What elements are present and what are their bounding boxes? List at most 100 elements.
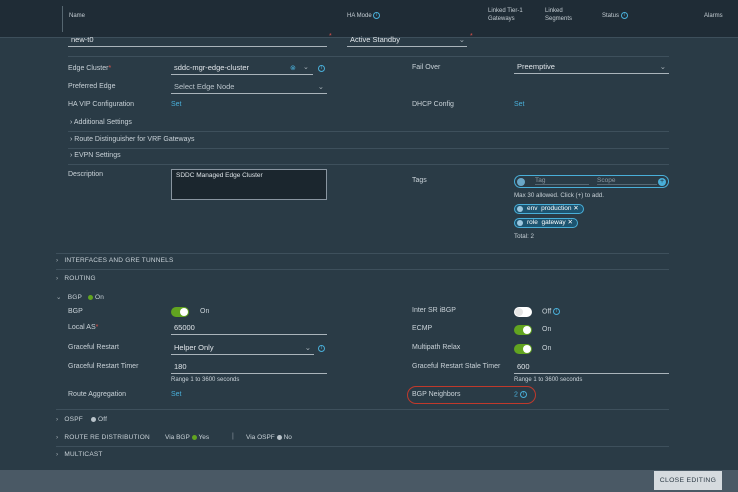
edge-cluster-label: Edge Cluster* [68, 65, 112, 72]
status-dot-icon [276, 434, 282, 440]
local-as-input[interactable]: 65000 [171, 322, 327, 335]
tag-chip: env production ✕ [514, 204, 584, 214]
scope-input[interactable]: Scope [597, 177, 657, 185]
info-icon[interactable]: i [620, 12, 628, 19]
graceful-restart-select[interactable]: Helper Only ⌄ [171, 342, 314, 355]
clear-icon[interactable]: ⊗ [290, 64, 296, 72]
description-textarea[interactable]: SDDC Managed Edge Cluster [171, 169, 327, 200]
ecmp-toggle[interactable] [514, 325, 532, 335]
column-linked-segments[interactable]: Linked Segments [545, 7, 585, 23]
column-name[interactable]: Name [69, 12, 85, 20]
tags-total: Total: 2 [514, 233, 534, 240]
tag-input[interactable]: Tag [535, 177, 589, 185]
remove-tag-icon[interactable]: ✕ [573, 205, 578, 212]
column-linked-tier1[interactable]: Linked Tier-1 Gateways [488, 7, 538, 23]
preferred-edge-placeholder: Select Edge Node [174, 82, 235, 91]
bgp-section-toggle[interactable]: ⌄ BGP On [56, 293, 104, 301]
divider [56, 409, 669, 410]
ha-mode-select[interactable]: Active Standby ⌄ [347, 34, 467, 47]
fail-over-select[interactable]: Preemptive ⌄ [514, 61, 669, 74]
dhcp-config-label: DHCP Config [412, 101, 454, 108]
tags-label: Tags [412, 177, 427, 184]
divider [56, 446, 669, 447]
preferred-edge-label: Preferred Edge [68, 83, 116, 90]
multipath-relax-state: On [542, 345, 552, 352]
remove-tag-icon[interactable]: ✕ [568, 219, 573, 226]
graceful-restart-label: Graceful Restart [68, 344, 119, 351]
add-tag-icon[interactable]: + [658, 178, 666, 186]
ospf-section-toggle[interactable]: › OSPF Off [56, 416, 107, 423]
gr-timer-input[interactable]: 180 [171, 361, 327, 374]
ha-vip-set-link[interactable]: Set [171, 101, 182, 108]
ecmp-label: ECMP [412, 325, 433, 332]
name-input[interactable]: new-t0 [68, 34, 327, 47]
close-editing-button[interactable]: CLOSE EDITING [654, 471, 722, 490]
divider [56, 269, 669, 270]
graceful-restart-value: Helper Only [174, 343, 214, 352]
footer-bar [0, 470, 738, 492]
tag-icon [517, 178, 525, 186]
column-label: Status [602, 13, 620, 20]
info-icon[interactable]: i [553, 308, 561, 315]
multicast-section-toggle[interactable]: › MULTICAST [56, 451, 103, 458]
status-dot-icon [90, 416, 96, 422]
bgp-label: BGP [68, 308, 83, 315]
additional-settings-toggle[interactable]: › Additional Settings [70, 119, 132, 126]
route-redistribution-toggle[interactable]: › ROUTE RE DISTRIBUTION [56, 434, 150, 441]
column-status[interactable]: Status i [602, 12, 628, 20]
gr-stale-timer-input[interactable]: 600 [514, 361, 669, 374]
info-icon[interactable]: i [519, 391, 527, 398]
status-dot-icon [87, 294, 93, 300]
column-alarms[interactable]: Alarms [704, 12, 723, 20]
gr-stale-timer-hint: Range 1 to 3600 seconds [514, 377, 583, 383]
info-icon[interactable]: i [318, 345, 325, 352]
status-dot-icon [191, 434, 197, 440]
chevron-down-icon[interactable]: ⌄ [303, 63, 309, 71]
column-label: HA Mode [347, 13, 372, 20]
column-ha-mode[interactable]: HA Mode i [347, 12, 381, 20]
chevron-down-icon: ⌄ [317, 82, 324, 91]
via-ospf-status: Via OSPF No [246, 434, 292, 441]
table-header: Name HA Mode i Linked Tier-1 Gateways Li… [0, 0, 738, 38]
bgp-neighbors-label: BGP Neighbors [412, 391, 461, 398]
fail-over-label: Fail Over [412, 64, 441, 71]
bgp-neighbors-link[interactable]: 2 i [514, 391, 527, 398]
ecmp-state: On [542, 326, 552, 333]
info-icon[interactable]: i [318, 65, 325, 72]
evpn-settings-toggle[interactable]: › EVPN Settings [70, 152, 121, 159]
separator: | [232, 433, 234, 440]
fail-over-value: Preemptive [517, 62, 555, 71]
tag-input-group: Tag Scope + [514, 175, 669, 188]
route-aggregation-set-link[interactable]: Set [171, 391, 182, 398]
inter-sr-ibgp-toggle[interactable] [514, 307, 532, 317]
route-distinguisher-toggle[interactable]: › Route Distinguisher for VRF Gateways [70, 136, 195, 143]
ha-vip-label: HA VIP Configuration [68, 101, 135, 108]
divider [68, 148, 669, 149]
divider [56, 253, 669, 254]
required-marker: * [470, 33, 473, 40]
preferred-edge-select[interactable]: Select Edge Node ⌄ [171, 81, 327, 94]
divider [68, 164, 669, 165]
tags-hint: Max 30 allowed. Click (+) to add. [514, 192, 604, 199]
dhcp-set-link[interactable]: Set [514, 101, 525, 108]
gr-timer-label: Graceful Restart Timer [68, 363, 139, 370]
route-aggregation-label: Route Aggregation [68, 391, 126, 398]
description-label: Description [68, 171, 104, 178]
gr-timer-hint: Range 1 to 3600 seconds [171, 377, 240, 383]
required-marker: * [329, 33, 332, 40]
info-icon[interactable]: i [373, 12, 381, 19]
divider [68, 56, 669, 57]
multipath-relax-toggle[interactable] [514, 344, 532, 354]
interfaces-section-toggle[interactable]: › INTERFACES AND GRE TUNNELS [56, 257, 174, 264]
bgp-toggle[interactable] [171, 307, 189, 317]
chevron-down-icon: ⌄ [659, 62, 666, 71]
column-divider [62, 6, 63, 32]
chevron-down-icon: ⌄ [458, 35, 465, 44]
bgp-toggle-state: On [200, 308, 210, 315]
divider [68, 131, 669, 132]
inter-sr-ibgp-state: Off i [542, 308, 561, 315]
multipath-relax-label: Multipath Relax [412, 344, 461, 351]
routing-section-toggle[interactable]: › ROUTING [56, 275, 96, 282]
ha-mode-value: Active Standby [350, 35, 401, 44]
via-bgp-status: Via BGP Yes [165, 434, 210, 441]
